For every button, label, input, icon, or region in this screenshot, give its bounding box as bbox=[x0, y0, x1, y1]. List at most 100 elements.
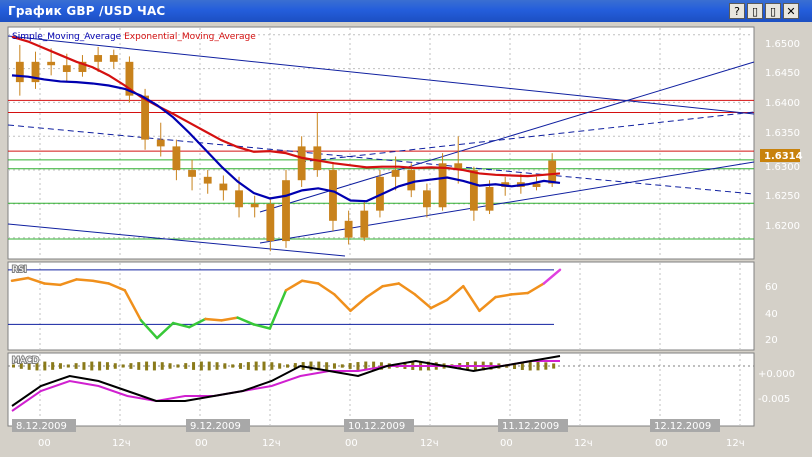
hour-label: 12ч bbox=[262, 438, 281, 449]
macd-label: MACD bbox=[12, 356, 39, 366]
macd-histogram-bar bbox=[121, 364, 125, 368]
rsi-tick: 20 bbox=[765, 335, 778, 346]
price-tick: 1.6350 bbox=[765, 128, 800, 139]
date-label: 12.12.2009 bbox=[654, 421, 711, 432]
candle-body bbox=[407, 170, 416, 191]
price-axis: 1.6500 1.6450 1.6400 1.6350 1.6300 1.625… bbox=[760, 39, 803, 232]
macd-histogram-bar bbox=[215, 362, 219, 370]
macd-histogram-bar bbox=[152, 361, 156, 371]
candle-body bbox=[360, 210, 369, 238]
macd-histogram-bar bbox=[309, 361, 313, 371]
date-label: 11.12.2009 bbox=[502, 421, 559, 432]
price-tick: 1.6300 bbox=[765, 162, 800, 173]
macd-histogram-bar bbox=[105, 362, 109, 370]
macd-histogram-bar bbox=[536, 361, 540, 371]
candle-body bbox=[141, 95, 149, 140]
hour-label: 00 bbox=[500, 438, 513, 449]
macd-tick: +0.000 bbox=[758, 369, 795, 380]
candle-body bbox=[109, 55, 118, 62]
macd-histogram-bar bbox=[231, 364, 235, 368]
macd-histogram-bar bbox=[184, 363, 188, 369]
price-tick: 1.6250 bbox=[765, 191, 800, 202]
price-tick: 1.6450 bbox=[765, 68, 800, 79]
price-tick: 1.6500 bbox=[765, 39, 800, 50]
candle-body bbox=[156, 139, 165, 147]
macd-histogram-bar bbox=[113, 363, 117, 369]
rsi-segment bbox=[510, 291, 530, 296]
candle-body bbox=[188, 170, 196, 177]
macd-histogram-bar bbox=[278, 363, 282, 369]
hour-label: 12ч bbox=[574, 438, 593, 449]
hour-label: 00 bbox=[345, 438, 358, 449]
price-tick: 1.6400 bbox=[765, 98, 800, 109]
rsi-label: RSI bbox=[12, 265, 27, 275]
candle-body bbox=[313, 146, 322, 171]
rsi-panel[interactable] bbox=[7, 261, 755, 351]
macd-histogram-bar bbox=[340, 364, 344, 368]
macd-histogram-bar bbox=[51, 362, 55, 370]
rsi-tick: 60 bbox=[765, 282, 778, 293]
hour-label: 12ч bbox=[420, 438, 439, 449]
candle-body bbox=[15, 61, 24, 83]
chart-window: График GBP /USD ЧАС ? ▯ ▯ ✕ Simple_Movin… bbox=[0, 0, 812, 457]
macd-histogram-bar bbox=[270, 362, 274, 370]
candle-body bbox=[250, 203, 259, 208]
macd-tick: -0.005 bbox=[758, 394, 790, 405]
chart-client-area: Simple_Moving_Average Exponential_Moving… bbox=[0, 22, 812, 457]
macd-histogram-bar bbox=[262, 361, 266, 371]
macd-histogram-bar bbox=[145, 361, 149, 371]
macd-histogram-bar bbox=[82, 362, 86, 370]
hour-label: 00 bbox=[655, 438, 668, 449]
date-label: 10.12.2009 bbox=[348, 421, 405, 432]
hour-label: 00 bbox=[38, 438, 51, 449]
close-button[interactable]: ✕ bbox=[783, 3, 799, 19]
macd-histogram-bar bbox=[66, 364, 70, 368]
candle-body bbox=[172, 146, 181, 171]
rsi-segment bbox=[75, 278, 94, 282]
hour-label: 12ч bbox=[112, 438, 131, 449]
macd-histogram-bar bbox=[552, 363, 556, 369]
sma-legend: Simple_Moving_Average Exponential_Moving… bbox=[12, 32, 256, 42]
macd-histogram-bar bbox=[246, 362, 250, 370]
candle-body bbox=[203, 176, 212, 184]
candle-body bbox=[266, 203, 275, 242]
title-bar[interactable]: График GBP /USD ЧАС ? ▯ ▯ ✕ bbox=[0, 0, 812, 22]
macd-histogram-bar bbox=[544, 362, 548, 370]
macd-axis: +0.000 -0.005 bbox=[758, 369, 795, 405]
macd-histogram-bar bbox=[176, 364, 180, 368]
macd-histogram-bar bbox=[254, 361, 258, 371]
rsi-segment bbox=[42, 282, 62, 287]
macd-histogram-bar bbox=[192, 362, 196, 370]
date-label: 8.12.2009 bbox=[16, 421, 67, 432]
macd-histogram-bar bbox=[528, 361, 532, 371]
candle-body bbox=[282, 180, 290, 242]
macd-histogram-bar bbox=[199, 361, 203, 371]
candle-body bbox=[391, 170, 400, 177]
candle-body bbox=[219, 183, 228, 191]
candle-body bbox=[344, 220, 353, 238]
macd-histogram-bar bbox=[129, 363, 133, 369]
restore-button[interactable]: ▯ bbox=[747, 3, 763, 19]
macd-histogram-bar bbox=[223, 363, 227, 369]
candle-body bbox=[94, 55, 103, 62]
macd-histogram-bar bbox=[137, 362, 141, 370]
candle-body bbox=[62, 65, 71, 72]
macd-histogram-bar bbox=[325, 362, 329, 370]
help-button[interactable]: ? bbox=[729, 3, 745, 19]
macd-histogram-bar bbox=[239, 363, 243, 369]
macd-histogram-bar bbox=[207, 361, 211, 371]
candle-body bbox=[235, 190, 243, 208]
candle-body bbox=[485, 186, 494, 211]
current-price: 1.6314 bbox=[764, 151, 803, 162]
maximize-button[interactable]: ▯ bbox=[765, 3, 781, 19]
macd-histogram-bar bbox=[58, 363, 62, 369]
macd-histogram-bar bbox=[348, 363, 352, 369]
macd-histogram-bar bbox=[74, 363, 78, 369]
chart-canvas[interactable]: Simple_Moving_Average Exponential_Moving… bbox=[0, 22, 812, 457]
rsi-axis: 60 40 20 bbox=[765, 282, 778, 346]
candle-body bbox=[423, 190, 431, 208]
macd-histogram-bar bbox=[286, 364, 289, 368]
price-tick: 1.6200 bbox=[765, 221, 800, 232]
candle-body bbox=[47, 61, 56, 66]
rsi-tick: 40 bbox=[765, 309, 778, 320]
